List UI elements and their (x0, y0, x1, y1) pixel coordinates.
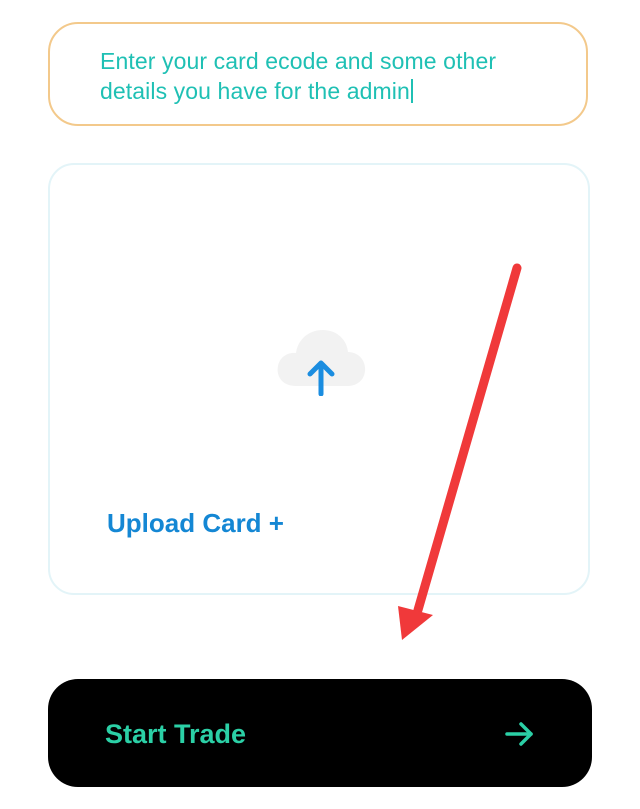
start-trade-label: Start Trade (105, 719, 247, 749)
text-caret (410, 79, 413, 103)
page: Enter your card ecode and some other det… (0, 0, 640, 809)
card-details-field[interactable]: Enter your card ecode and some other det… (48, 22, 588, 126)
arrow-right-icon (505, 722, 533, 746)
cloud-upload-icon[interactable] (274, 326, 368, 396)
start-trade-button[interactable]: Start Trade (48, 679, 592, 787)
upload-card-label[interactable]: Upload Card + (107, 506, 284, 540)
card-details-text[interactable]: Enter your card ecode and some other det… (100, 46, 540, 106)
card-details-value: Enter your card ecode and some other det… (100, 48, 497, 104)
